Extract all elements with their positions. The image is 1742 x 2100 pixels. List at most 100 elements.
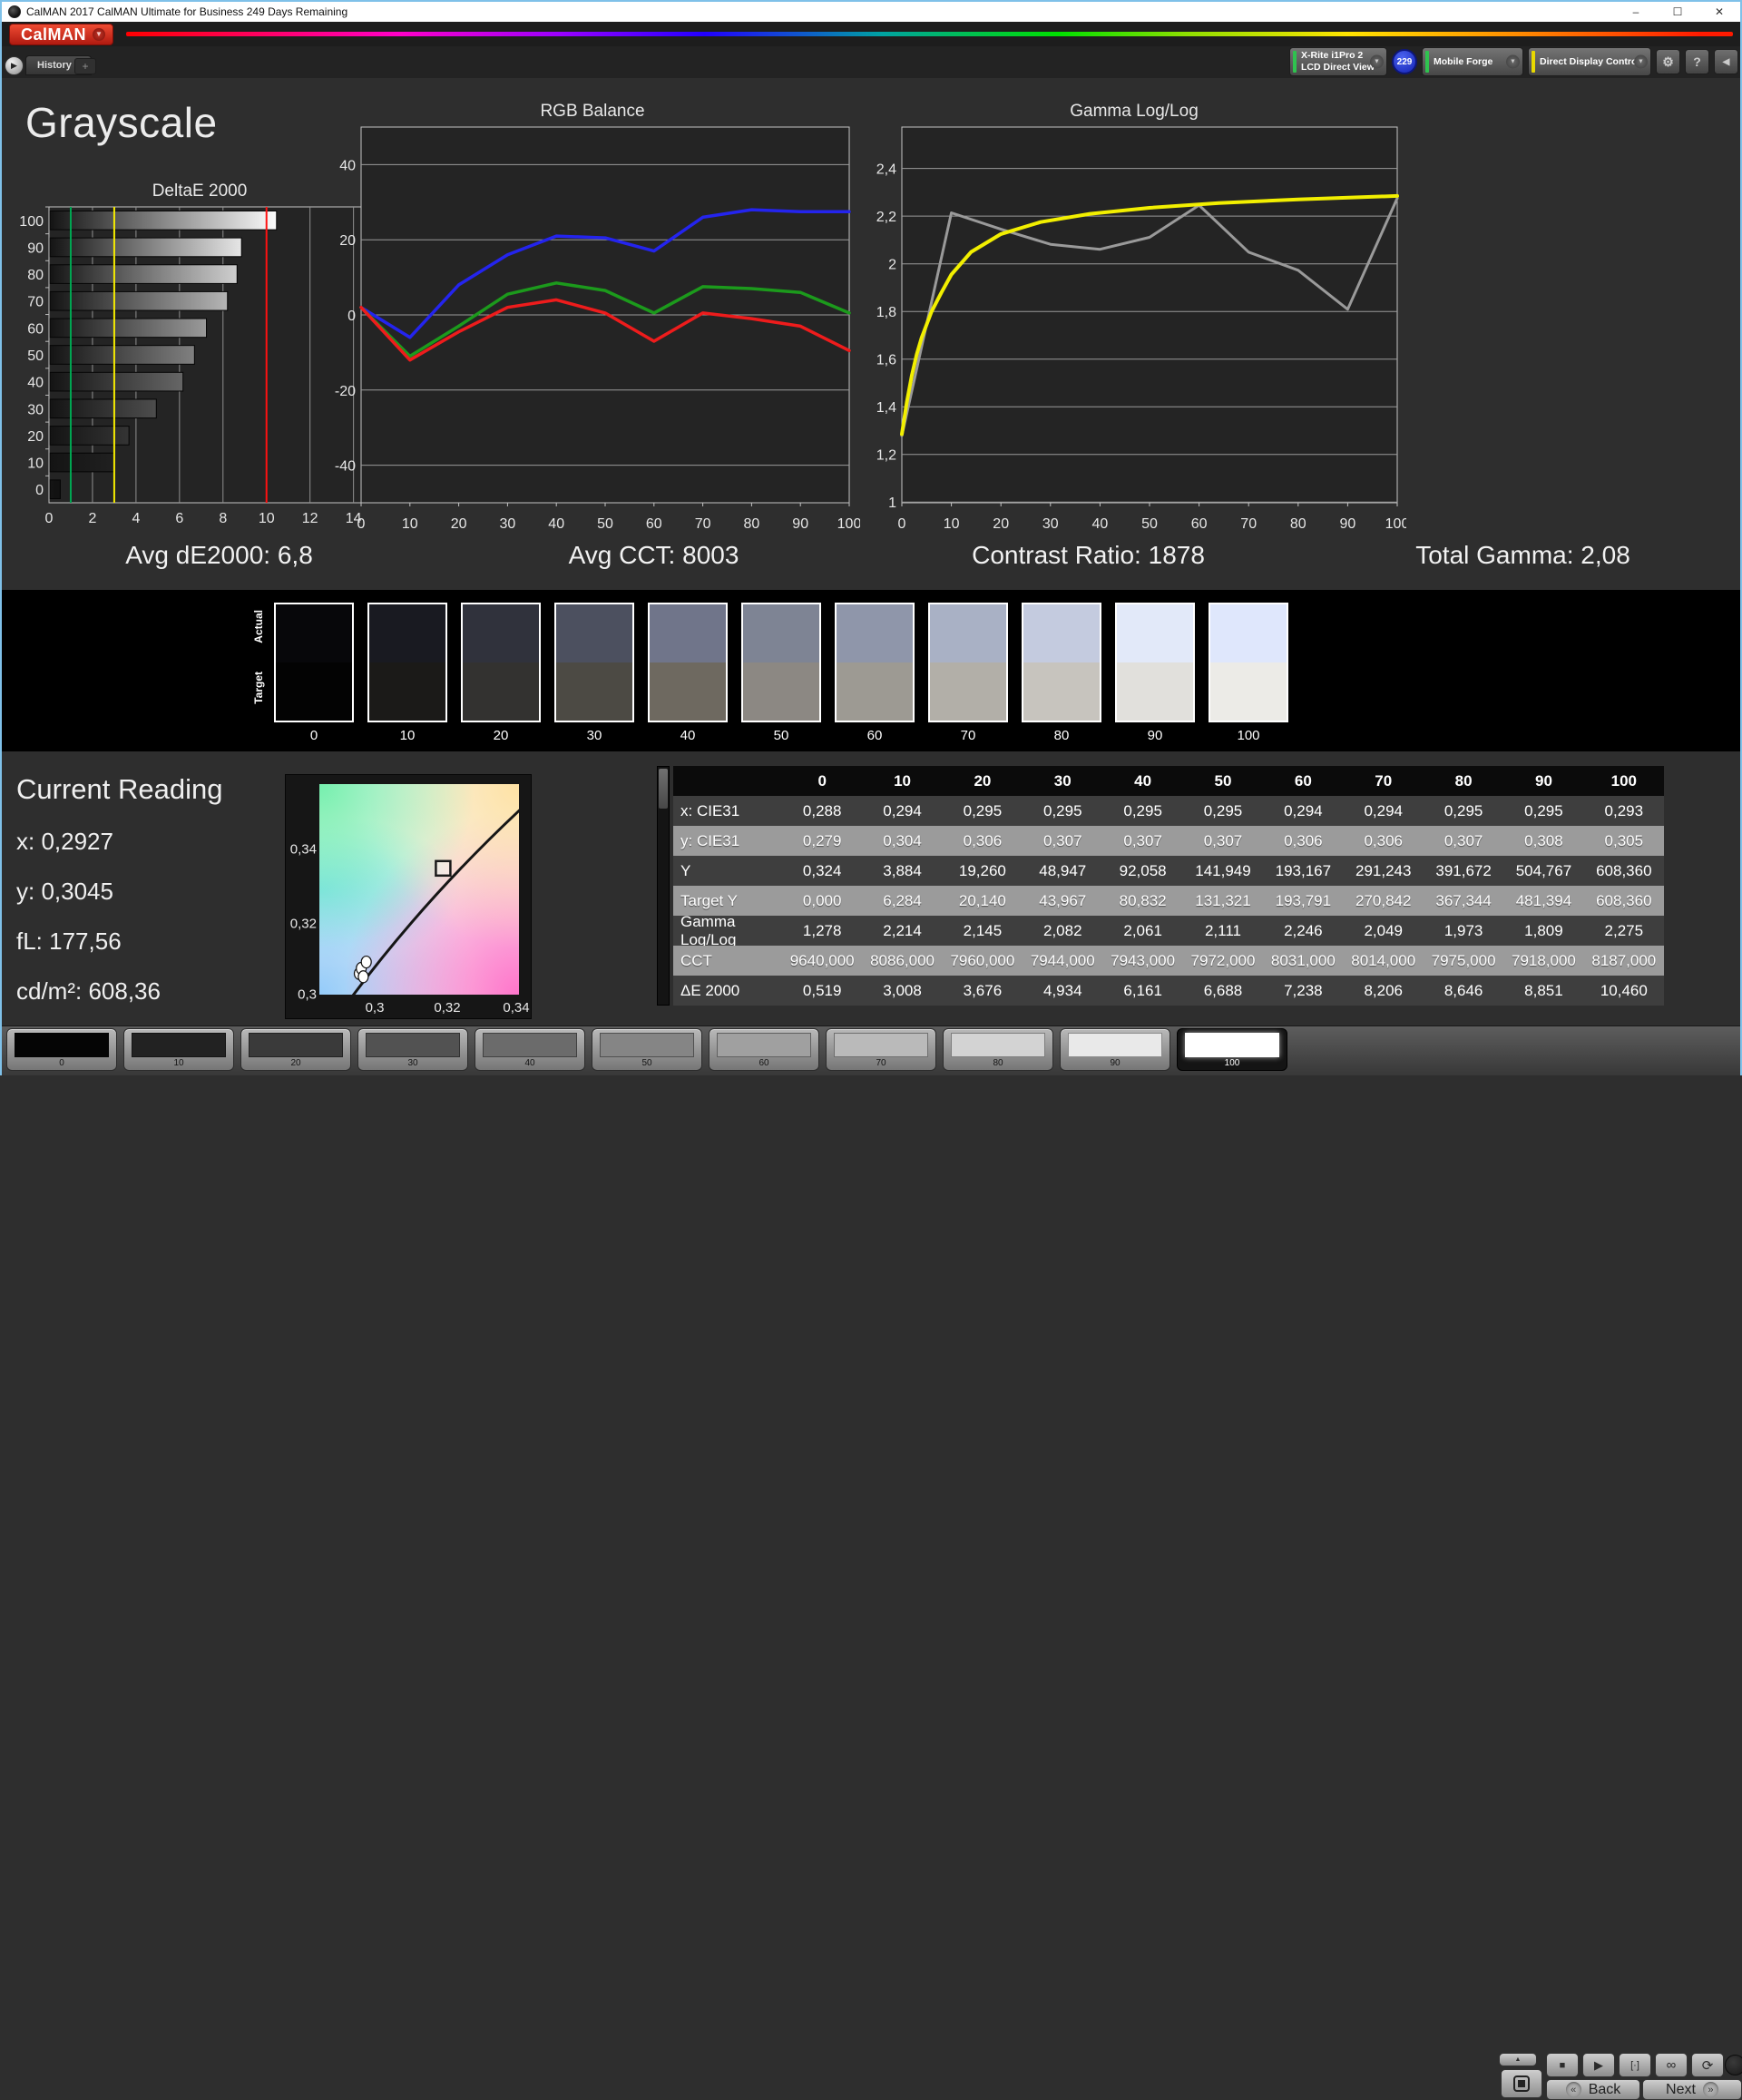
swatch-level-label: 80 [1053, 728, 1070, 743]
svg-text:2: 2 [88, 511, 96, 526]
back-button[interactable]: « Back [1546, 2079, 1640, 2100]
cie-x-tick: 0,32 [434, 1000, 461, 1016]
gamma-chart-title: Gamma Log/Log [1070, 102, 1199, 121]
table-cell: 193,791 [1263, 886, 1344, 916]
add-tab-button[interactable]: + [74, 58, 96, 74]
scrollbar-thumb[interactable] [659, 769, 668, 809]
refresh-icon[interactable]: ⟳ [1691, 2053, 1724, 2077]
swatch-target [556, 662, 632, 721]
meter-badge[interactable]: 229 [1392, 49, 1417, 74]
maximize-icon[interactable]: ☐ [1657, 2, 1698, 22]
level-button-30[interactable]: 30 [357, 1028, 468, 1071]
level-patch [834, 1033, 928, 1057]
table-cell: 6,284 [862, 886, 943, 916]
svg-text:10: 10 [944, 516, 960, 532]
up-arrow-icon[interactable]: ▲ [1499, 2053, 1537, 2066]
table-cell: 1,973 [1423, 916, 1504, 946]
level-patch [717, 1033, 811, 1057]
level-button-60[interactable]: 60 [709, 1028, 819, 1071]
swatch-cell [648, 603, 728, 722]
next-button[interactable]: Next » [1642, 2079, 1742, 2100]
display-control-dropdown[interactable]: Direct Display Control ▼ [1528, 47, 1651, 76]
back-label: Back [1588, 2081, 1621, 2097]
table-scrollbar[interactable] [657, 766, 670, 1006]
interval-icon[interactable]: [·] [1619, 2053, 1651, 2077]
level-button-80[interactable]: 80 [943, 1028, 1053, 1071]
play-icon[interactable]: ▶ [1582, 2053, 1615, 2077]
help-icon[interactable]: ? [1685, 49, 1709, 74]
svg-text:20: 20 [27, 429, 44, 445]
play-icon[interactable]: ▶ [5, 56, 24, 75]
svg-text:90: 90 [1340, 516, 1356, 532]
swatch-target [1117, 662, 1193, 721]
level-button-90[interactable]: 90 [1060, 1028, 1170, 1071]
level-patch [483, 1033, 577, 1057]
level-button-70[interactable]: 70 [826, 1028, 936, 1071]
svg-text:80: 80 [27, 268, 44, 283]
svg-text:70: 70 [27, 295, 44, 310]
level-patch [1185, 1033, 1279, 1057]
level-button-10[interactable]: 10 [123, 1028, 234, 1071]
close-icon[interactable]: ✕ [1698, 2, 1740, 22]
meter-dropdown[interactable]: X-Rite i1Pro 2 LCD Direct View ▼ [1289, 47, 1387, 76]
table-cell: 9640,000 [782, 946, 863, 976]
level-label: 10 [173, 1058, 184, 1068]
table-column-header: 50 [1182, 766, 1264, 796]
table-cell: 131,321 [1182, 886, 1264, 916]
source-dropdown[interactable]: Mobile Forge ▼ [1422, 47, 1523, 76]
table-cell: 3,008 [862, 976, 943, 1006]
level-label: 20 [290, 1058, 301, 1068]
swatch-target [276, 662, 352, 721]
table-cell: 0,288 [782, 796, 863, 826]
calman-menu-button[interactable]: CalMAN ▼ [9, 23, 114, 45]
table-column-header: 20 [942, 766, 1023, 796]
minimize-icon[interactable]: – [1615, 2, 1657, 22]
level-patch [15, 1033, 109, 1057]
bottom-bar: 0 10 20 30 40 50 60 70 80 90 100 ▲ ■ ▶ [·] ∞ ⟳ « B… [2, 1025, 1742, 2100]
transport-controls: ■ ▶ [·] ∞ ⟳ [1546, 2053, 1724, 2077]
table-cell: 193,167 [1263, 856, 1344, 886]
svg-text:10: 10 [402, 516, 418, 532]
swatch-actual [743, 604, 819, 662]
table-cell: 608,360 [1583, 886, 1664, 916]
svg-text:1,8: 1,8 [876, 305, 896, 320]
table-cell: 2,246 [1263, 916, 1344, 946]
pattern-icon [1513, 2075, 1530, 2092]
table-column-header: 10 [862, 766, 943, 796]
svg-text:20: 20 [451, 516, 467, 532]
table-column-header: 40 [1102, 766, 1183, 796]
level-button-40[interactable]: 40 [475, 1028, 585, 1071]
collapse-icon[interactable]: ◀ [1714, 49, 1738, 74]
level-patch [249, 1033, 343, 1057]
stop-icon[interactable]: ■ [1546, 2053, 1579, 2077]
pattern-window-button[interactable] [1501, 2069, 1542, 2098]
table-cell: 0,324 [782, 856, 863, 886]
swatch-cells: 0 10 20 30 40 50 60 70 80 90 100 [274, 603, 1288, 743]
cie-y-tick: 0,32 [289, 916, 317, 932]
gear-icon[interactable]: ⚙ [1656, 49, 1680, 74]
table-row-label: Gamma Log/Log [673, 913, 782, 948]
svg-text:0: 0 [347, 309, 356, 324]
current-reading-title: Current Reading [16, 773, 223, 805]
level-button-20[interactable]: 20 [240, 1028, 351, 1071]
table-cell: 8,851 [1503, 976, 1584, 1006]
table-cell: 0,304 [862, 826, 943, 856]
infinity-icon[interactable]: ∞ [1655, 2053, 1688, 2077]
meter-line1: X-Rite i1Pro 2 [1301, 50, 1364, 62]
table-cell: 8086,000 [862, 946, 943, 976]
actual-axis-label: Actual [252, 610, 265, 643]
level-button-50[interactable]: 50 [592, 1028, 702, 1071]
svg-text:100: 100 [19, 214, 44, 230]
level-buttons: 0 10 20 30 40 50 60 70 80 90 100 [6, 1028, 1287, 1071]
table-cell: 141,949 [1182, 856, 1264, 886]
level-button-0[interactable]: 0 [6, 1028, 117, 1071]
svg-text:60: 60 [27, 321, 44, 337]
table-row-label: ΔE 2000 [673, 976, 782, 1006]
level-button-100[interactable]: 100 [1177, 1028, 1287, 1071]
swatch: 100 [1209, 603, 1288, 743]
table-cell: 92,058 [1102, 856, 1183, 886]
swatch-target [1210, 662, 1287, 721]
svg-text:12: 12 [302, 511, 318, 526]
table-cell: 8014,000 [1343, 946, 1424, 976]
cie-gradient-area [319, 784, 526, 1005]
